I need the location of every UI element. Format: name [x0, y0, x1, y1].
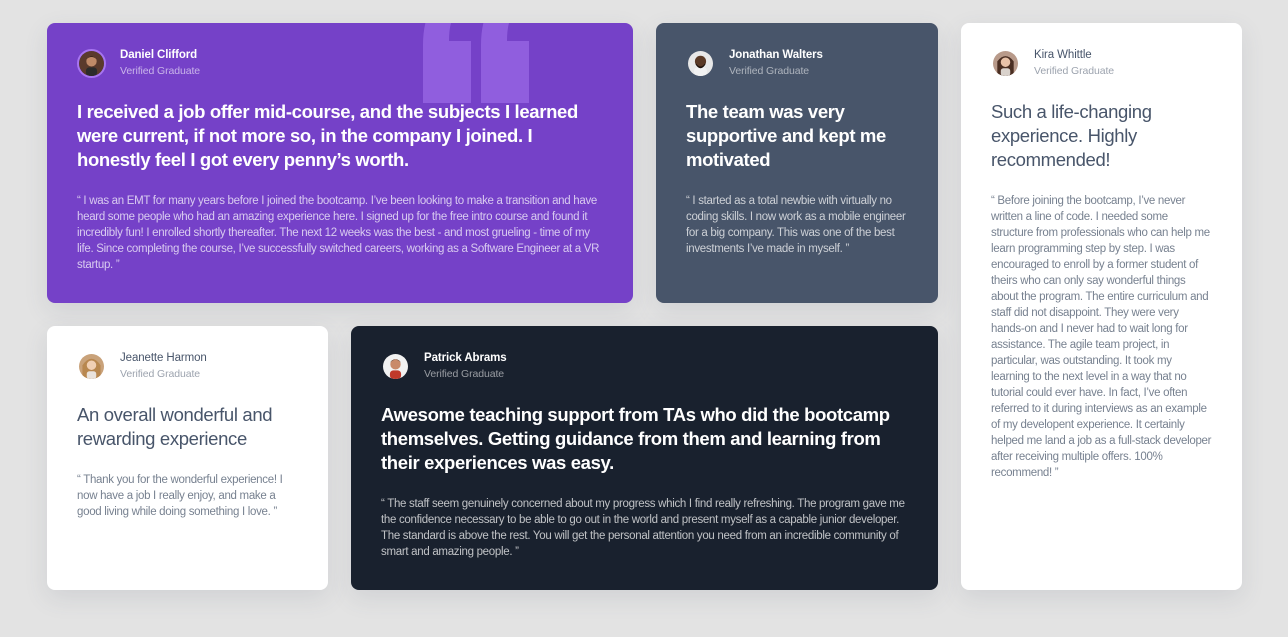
testimonial-quote: “ The staff seem genuinely concerned abo…: [381, 498, 905, 558]
author-status: Verified Graduate: [1034, 64, 1115, 77]
avatar-daniel-icon: [77, 48, 106, 78]
avatar-jonathan-icon: [686, 49, 715, 78]
testimonial-card-kira: Kira Whittle Verified Graduate Such a li…: [961, 23, 1242, 590]
author-status: Verified Graduate: [424, 367, 505, 380]
testimonial-headline: Awesome teaching support from TAs who di…: [381, 404, 890, 473]
testimonial-card-jonathan: Jonathan Walters Verified Graduate The t…: [656, 23, 938, 303]
testimonial-headline: I received a job offer mid-course, and t…: [77, 101, 578, 170]
author-name: Daniel Clifford: [120, 49, 198, 61]
testimonial-author: Daniel Clifford Verified Graduate: [77, 47, 603, 79]
author-status: Verified Graduate: [120, 64, 201, 77]
testimonial-card-daniel: Daniel Clifford Verified Graduate I rece…: [47, 23, 633, 303]
testimonial-headline: Such a life-changing experience. Highly …: [991, 101, 1152, 170]
author-name: Patrick Abrams: [424, 352, 507, 364]
testimonial-quote: “ I started as a total newbie with virtu…: [686, 195, 906, 255]
testimonial-author: Patrick Abrams Verified Graduate: [381, 350, 908, 382]
avatar-patrick-icon: [381, 352, 410, 381]
testimonial-card-jeanette: Jeanette Harmon Verified Graduate An ove…: [47, 326, 328, 590]
avatar-jeanette-icon: [77, 352, 106, 381]
testimonial-quote: “ Before joining the bootcamp, I’ve neve…: [991, 195, 1212, 479]
testimonial-author: Kira Whittle Verified Graduate: [991, 47, 1212, 79]
testimonial-headline: An overall wonderful and rewarding exper…: [77, 404, 273, 449]
testimonial-quote: “ Thank you for the wonderful experience…: [77, 474, 283, 518]
author-name: Kira Whittle: [1034, 49, 1092, 61]
author-status: Verified Graduate: [729, 64, 810, 77]
testimonial-author: Jeanette Harmon Verified Graduate: [77, 350, 298, 382]
author-name: Jeanette Harmon: [120, 352, 207, 364]
testimonial-headline: The team was very supportive and kept me…: [686, 101, 886, 170]
author-status: Verified Graduate: [120, 367, 201, 380]
testimonial-card-patrick: Patrick Abrams Verified Graduate Awesome…: [351, 326, 938, 590]
testimonial-quote: “ I was an EMT for many years before I j…: [77, 195, 600, 271]
avatar-kira-icon: [991, 49, 1020, 78]
testimonial-author: Jonathan Walters Verified Graduate: [686, 47, 908, 79]
author-name: Jonathan Walters: [729, 49, 823, 61]
